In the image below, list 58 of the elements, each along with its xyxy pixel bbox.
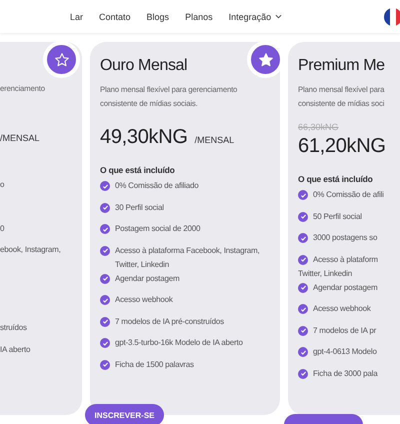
- feature-text: IA aberto: [0, 345, 32, 356]
- feature-text: gpt-4-0613 Modelo: [313, 346, 377, 358]
- feature-text: Acesso à plataforma Facebook, Instagram, Twitter, Linkedin: [115, 244, 261, 270]
- old-price: 66,30kNG: [298, 122, 340, 132]
- check-icon: [100, 360, 110, 370]
- feature-text: gpt-3.5-turbo-16k Modelo de IA aberto: [115, 337, 243, 349]
- plan-title: Premium Me: [298, 56, 386, 76]
- check-icon: [100, 316, 110, 326]
- feature-text: o: [0, 180, 6, 191]
- feature-text: Ficha de 1500 palavras: [115, 358, 194, 371]
- nav-link[interactable]: Contato: [99, 12, 131, 22]
- check-icon: [100, 202, 110, 212]
- feature-text: Postagem social de 2000: [115, 223, 200, 235]
- included-heading: O que está incluído: [100, 165, 176, 175]
- feature-text: 0% Comissão de afiliado: [115, 180, 198, 192]
- feature-text: Agendar postagem: [313, 282, 378, 294]
- plan-price: 49,30kNG: [100, 125, 188, 150]
- plan-title: Ouro Mensal: [100, 56, 188, 76]
- check-icon: [100, 224, 110, 234]
- check-icon: [298, 190, 308, 200]
- feature-text: Acesso à plataform: [313, 254, 378, 266]
- check-icon: [100, 181, 110, 191]
- price-period: /MENSAL: [0, 133, 41, 143]
- flag-icon[interactable]: [383, 6, 400, 26]
- nav-link[interactable]: Lar: [70, 12, 84, 22]
- nav-link[interactable]: Blogs: [146, 12, 170, 22]
- check-icon: [100, 274, 110, 284]
- subscribe-button[interactable]: INSCREVER-SE: [85, 404, 164, 424]
- check-icon: [100, 295, 110, 305]
- check-icon: [100, 338, 110, 348]
- plan-price: 61,20kNG: [298, 134, 387, 159]
- feature-text: 0: [0, 224, 6, 235]
- check-icon: [298, 233, 308, 243]
- check-icon: [100, 246, 110, 256]
- feature-text: struídos: [0, 323, 28, 334]
- feature-text: ebook, Instagram,: [0, 245, 62, 256]
- feature-text: Agendar postagem: [115, 272, 180, 285]
- included-heading: O que está incluído: [298, 174, 374, 184]
- check-icon: [298, 254, 308, 264]
- feature-text: Twitter, Linkedin: [298, 268, 352, 280]
- check-icon: [298, 347, 308, 357]
- nav-link[interactable]: Planos: [185, 12, 213, 22]
- nav-link[interactable]: Integração: [228, 12, 282, 22]
- feature-text: 30 Perfil social: [115, 202, 164, 214]
- check-icon: [298, 304, 308, 314]
- feature-text: 7 modelos de IA pré-construídos: [115, 316, 224, 328]
- feature-text: 7 modelos de IA pr: [313, 324, 376, 337]
- feature-text: 3000 postagens so: [313, 232, 378, 244]
- feature-text: 0% Comissão de afili: [313, 189, 384, 201]
- feature-text: Acesso webhook: [313, 303, 371, 315]
- check-icon: [298, 212, 308, 222]
- feature-text: Acesso webhook: [115, 294, 173, 306]
- check-icon: [298, 368, 308, 378]
- feature-text: Ficha de 3000 pala: [313, 368, 378, 380]
- price-period: /MENSAL: [194, 135, 234, 145]
- check-icon: [298, 282, 308, 292]
- check-icon: [298, 326, 308, 336]
- feature-text: 50 Perfil social: [313, 210, 362, 222]
